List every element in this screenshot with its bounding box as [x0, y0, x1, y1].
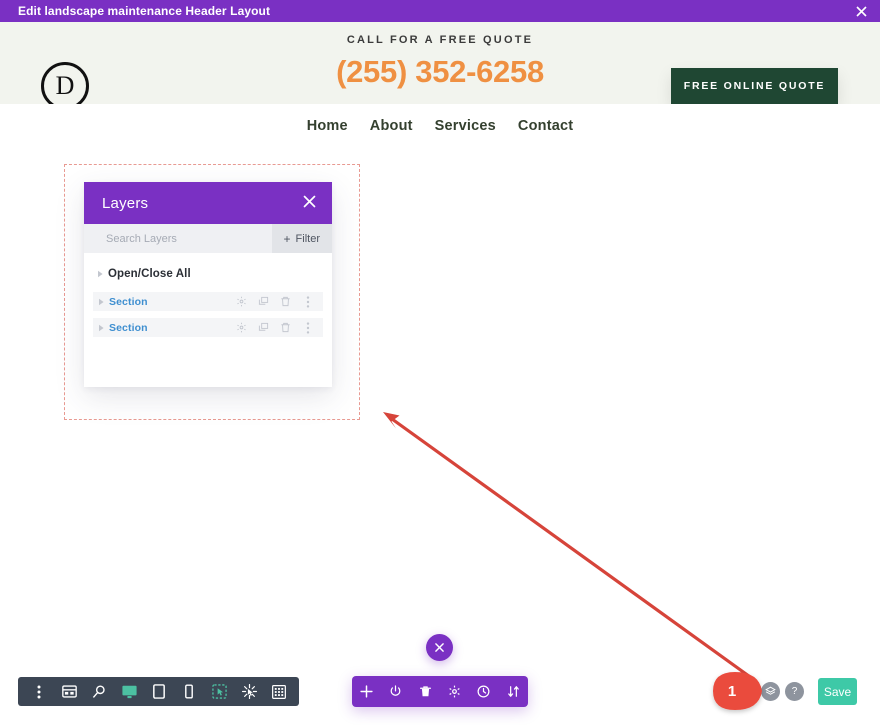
trash-icon	[419, 685, 432, 698]
save-button[interactable]: Save	[818, 678, 857, 705]
nav-item-contact[interactable]: Contact	[518, 118, 573, 134]
screen-root: Edit landscape maintenance Header Layout…	[0, 0, 880, 725]
help-icon: ?	[792, 686, 798, 697]
phone-number[interactable]: (255) 352-6258	[300, 54, 580, 90]
grid-toggle-button[interactable]	[264, 677, 294, 706]
more-vertical-icon[interactable]	[302, 296, 313, 307]
tablet-icon	[153, 684, 165, 699]
close-builder-fab[interactable]	[426, 634, 453, 661]
chevron-right-icon[interactable]	[93, 298, 109, 306]
layer-row-actions	[236, 296, 323, 307]
annotation-pin-number: 1	[713, 672, 759, 710]
layer-label: Section	[109, 296, 148, 308]
more-vertical-icon-button[interactable]	[24, 677, 54, 706]
phone-icon	[185, 684, 193, 699]
wireframe-icon	[62, 685, 77, 698]
gear-icon[interactable]	[236, 296, 247, 307]
plus-icon: +	[284, 232, 291, 246]
select-area-icon	[212, 684, 227, 699]
tablet-view-button[interactable]	[144, 677, 174, 706]
window-titlebar: Edit landscape maintenance Header Layout	[0, 0, 880, 22]
search-layers-input[interactable]	[106, 233, 256, 245]
reorder-button[interactable]	[500, 676, 526, 707]
viewport-toolbar	[18, 677, 210, 706]
nav-item-about[interactable]: About	[370, 118, 413, 134]
multiselect-icon	[242, 684, 257, 699]
layers-list: Open/Close All Section	[84, 253, 332, 337]
filter-button[interactable]: + Filter	[272, 224, 332, 253]
settings-button[interactable]	[442, 676, 468, 707]
open-close-all-label: Open/Close All	[108, 268, 191, 280]
logo-letter: D	[56, 73, 75, 99]
history-button[interactable]	[471, 676, 497, 707]
filter-button-label: Filter	[296, 233, 320, 245]
close-icon	[303, 195, 316, 208]
site-header: D CALL FOR A FREE QUOTE (255) 352-6258 F…	[0, 22, 880, 104]
layer-row-actions	[236, 322, 323, 333]
zoom-out-button[interactable]	[84, 677, 114, 706]
site-nav: Home About Services Contact	[0, 104, 880, 148]
more-vertical-icon[interactable]	[302, 322, 313, 333]
layers-panel-title: Layers	[102, 195, 148, 212]
trash-icon[interactable]	[280, 322, 291, 333]
wireframe-view-button[interactable]	[54, 677, 84, 706]
zoom-out-icon	[92, 685, 106, 699]
add-section-button[interactable]	[354, 676, 380, 707]
builder-main-toolbar	[352, 676, 528, 707]
power-icon	[389, 685, 402, 698]
delete-button[interactable]	[412, 676, 438, 707]
desktop-view-button[interactable]	[114, 677, 144, 706]
trash-icon[interactable]	[280, 296, 291, 307]
layer-label: Section	[109, 322, 148, 334]
more-vertical-icon	[37, 685, 41, 699]
add-icon	[360, 685, 373, 698]
grid-icon	[272, 685, 286, 699]
close-icon	[435, 643, 444, 652]
annotation-pin: 1	[713, 672, 759, 710]
nav-item-services[interactable]: Services	[435, 118, 496, 134]
multiselect-button[interactable]	[234, 677, 264, 706]
annotation-arrow-head	[383, 412, 400, 429]
call-label: CALL FOR A FREE QUOTE	[300, 34, 580, 46]
call-block: CALL FOR A FREE QUOTE (255) 352-6258	[300, 34, 580, 90]
nav-item-home[interactable]: Home	[307, 118, 348, 134]
duplicate-icon[interactable]	[258, 296, 269, 307]
layers-stack-icon	[765, 686, 776, 697]
free-online-quote-button[interactable]: FREE ONLINE QUOTE	[671, 68, 838, 104]
window-close-button[interactable]	[842, 0, 880, 22]
close-icon	[856, 6, 867, 17]
power-button[interactable]	[383, 676, 409, 707]
layers-search-bar: + Filter	[84, 224, 332, 253]
layers-toggle-button[interactable]	[761, 682, 780, 701]
table-row[interactable]: Section	[93, 292, 323, 311]
chevron-right-icon[interactable]	[92, 270, 108, 278]
select-area-button[interactable]	[204, 677, 234, 706]
layers-panel: Layers + Filter Open/Close All	[84, 182, 332, 387]
history-icon	[477, 685, 490, 698]
chevron-right-icon[interactable]	[93, 324, 109, 332]
desktop-icon	[122, 685, 137, 699]
site-logo[interactable]: D	[41, 62, 89, 110]
layers-panel-header: Layers	[84, 182, 332, 224]
annotation-pin-shape	[713, 672, 762, 710]
sort-icon	[507, 685, 520, 698]
selection-toolbar	[199, 677, 299, 706]
layers-panel-close-button[interactable]	[303, 195, 316, 212]
duplicate-icon[interactable]	[258, 322, 269, 333]
table-row[interactable]: Section	[93, 318, 323, 337]
gear-icon[interactable]	[236, 322, 247, 333]
window-title: Edit landscape maintenance Header Layout	[0, 0, 270, 22]
help-button[interactable]: ?	[785, 682, 804, 701]
layer-row-open-close-all[interactable]: Open/Close All	[84, 263, 332, 285]
gear-icon	[448, 685, 461, 698]
